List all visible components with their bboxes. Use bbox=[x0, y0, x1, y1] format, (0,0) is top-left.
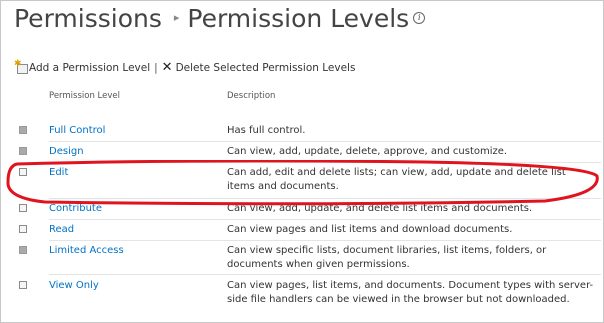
row-divider bbox=[49, 274, 601, 275]
row-divider bbox=[49, 240, 601, 241]
permission-level-link[interactable]: View Only bbox=[49, 279, 99, 293]
permission-level-description: Can view, add, update, delete, approve, … bbox=[227, 146, 508, 157]
permission-level-link[interactable]: Contribute bbox=[49, 202, 102, 216]
delete-permission-levels-button[interactable]: Delete Selected Permission Levels bbox=[176, 62, 356, 74]
permission-level-link[interactable]: Design bbox=[49, 145, 84, 159]
row-divider bbox=[49, 141, 601, 142]
permission-level-link[interactable]: Read bbox=[49, 223, 74, 237]
permission-level-description: Can view specific lists, document librar… bbox=[227, 245, 547, 270]
page-title-text: Permission Levels bbox=[187, 4, 410, 33]
row-divider bbox=[49, 219, 601, 220]
row-checkbox[interactable] bbox=[19, 204, 27, 212]
breadcrumb-separator-icon: ▸ bbox=[173, 11, 180, 24]
row-checkbox[interactable] bbox=[19, 225, 27, 233]
permission-level-description: Can add, edit and delete lists; can view… bbox=[227, 167, 566, 192]
info-icon[interactable]: i bbox=[413, 12, 426, 24]
row-checkbox bbox=[19, 126, 27, 134]
add-document-icon[interactable]: ✱ bbox=[14, 59, 28, 74]
permission-level-description: Can view pages, list items, and document… bbox=[227, 280, 594, 305]
permission-level-description: Can view pages and list items and downlo… bbox=[227, 224, 513, 235]
breadcrumb-permissions[interactable]: Permissions bbox=[14, 4, 162, 33]
page-title: Permissions ▸ Permission Levels i bbox=[14, 4, 426, 35]
permission-level-link[interactable]: Full Control bbox=[49, 124, 105, 138]
row-checkbox[interactable] bbox=[19, 168, 27, 176]
permission-level-link[interactable]: Edit bbox=[49, 166, 68, 180]
row-divider bbox=[49, 162, 601, 163]
toolbar-divider: | bbox=[154, 62, 158, 74]
permission-level-description: Has full control. bbox=[227, 125, 306, 136]
row-checkbox bbox=[19, 246, 27, 254]
row-checkbox[interactable] bbox=[19, 281, 27, 289]
permission-level-description: Can view, add, update, and delete list i… bbox=[227, 203, 533, 214]
row-divider bbox=[49, 198, 601, 199]
column-header-description[interactable]: Description bbox=[227, 91, 275, 101]
permission-level-link[interactable]: Limited Access bbox=[49, 244, 124, 258]
delete-x-icon[interactable]: ✕ bbox=[162, 61, 173, 74]
row-checkbox bbox=[19, 147, 27, 155]
column-header-permission-level[interactable]: Permission Level bbox=[49, 91, 120, 101]
add-permission-level-button[interactable]: Add a Permission Level bbox=[29, 62, 150, 74]
toolbar: ✱ Add a Permission Level | ✕ Delete Sele… bbox=[14, 59, 356, 74]
